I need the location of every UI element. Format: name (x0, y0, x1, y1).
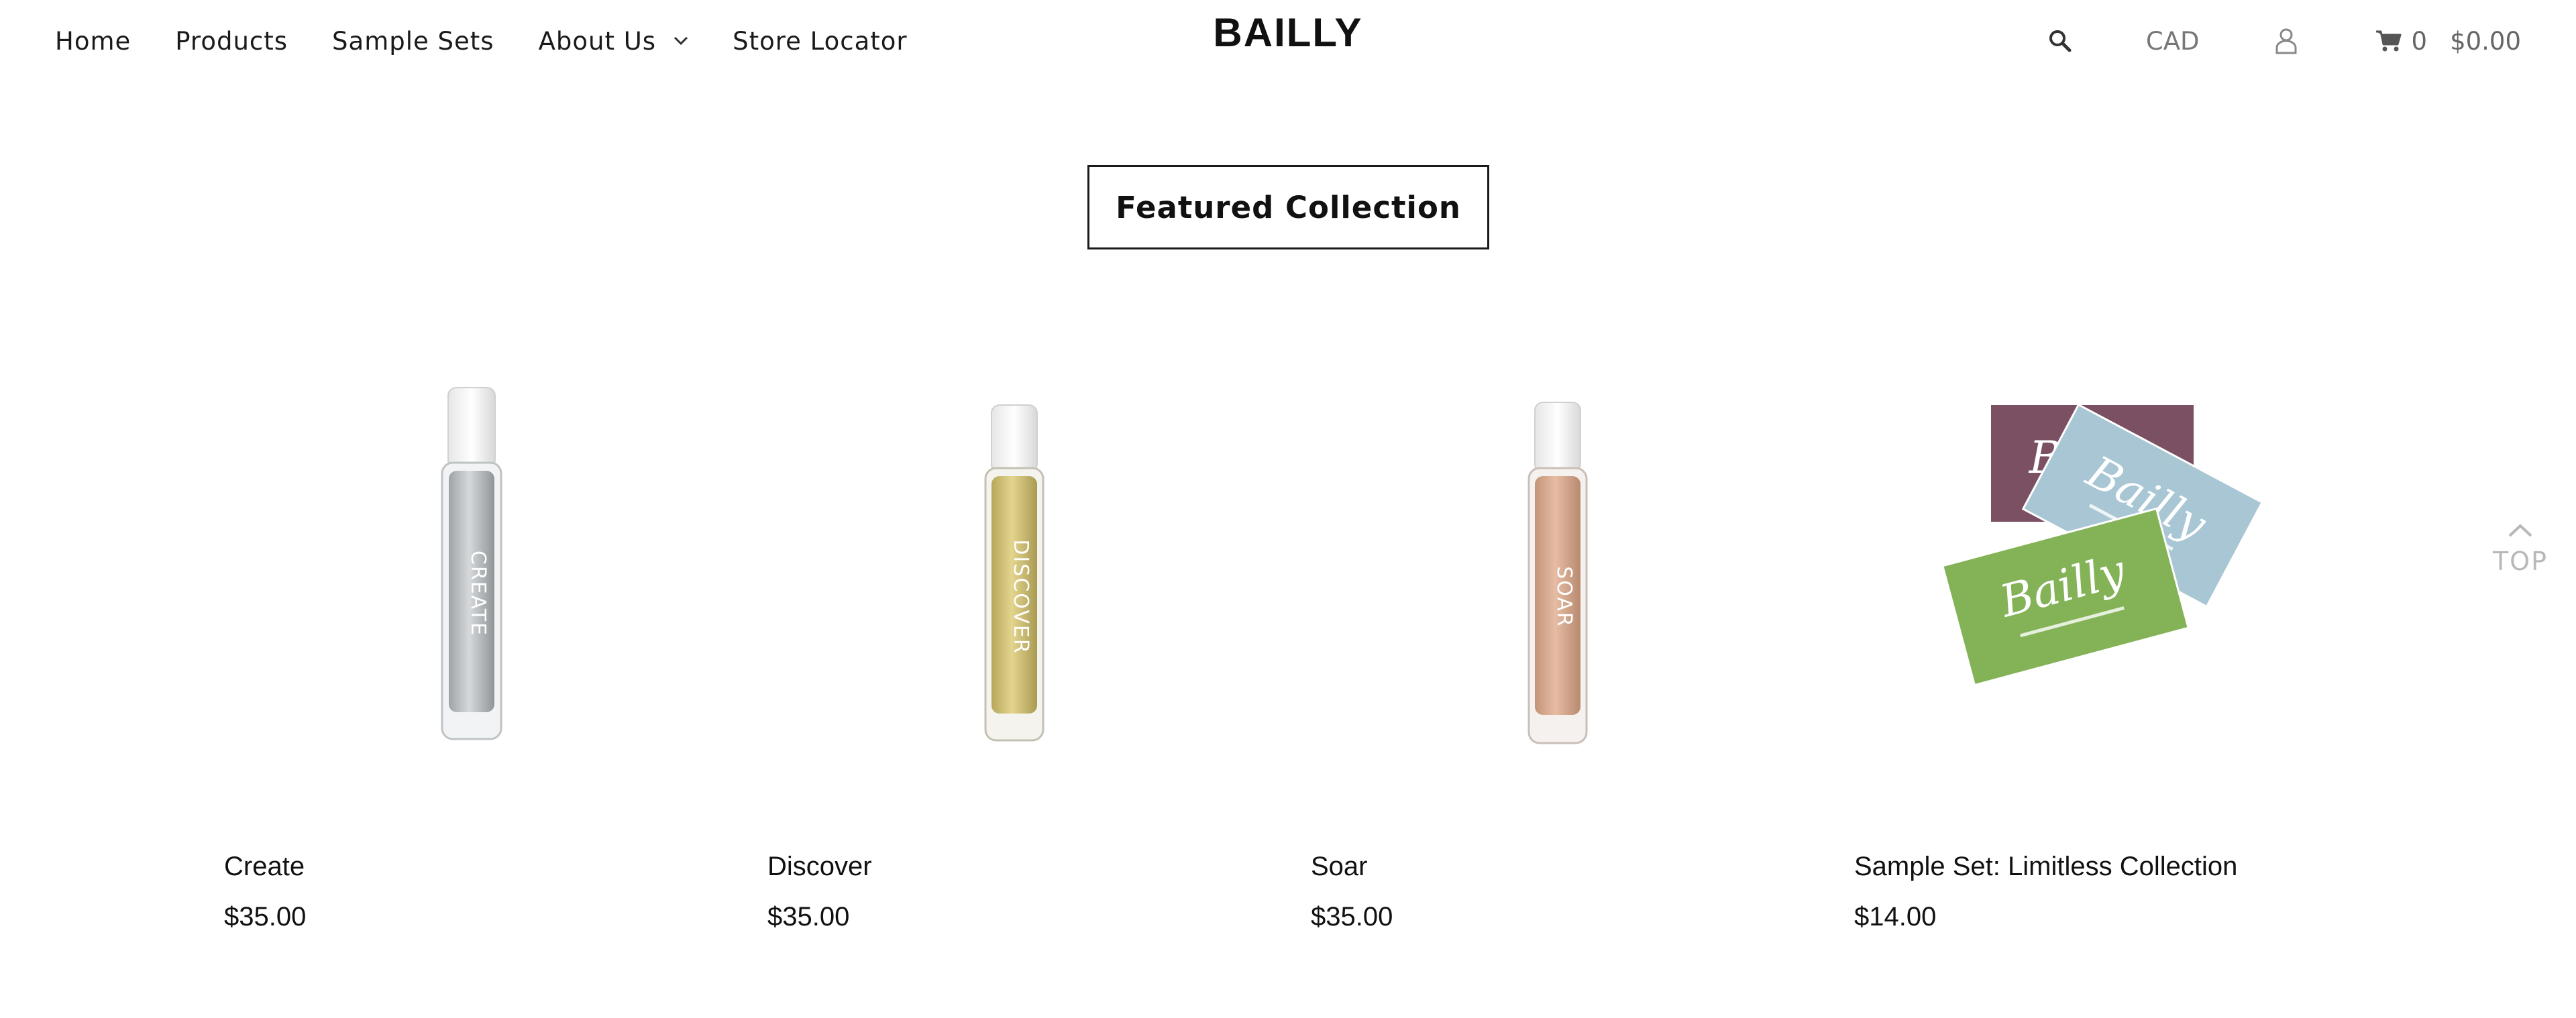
cart-icon (2375, 30, 2402, 52)
bottle-label-soar: SOAR (1552, 566, 1576, 628)
product-card-soar[interactable]: SOAR Soar $35.00 (1311, 362, 1854, 946)
chevron-down-icon[interactable] (674, 36, 688, 46)
product-price: $14.00 (1854, 902, 1937, 931)
product-price: $35.00 (224, 902, 307, 931)
site-logo[interactable]: BAILLY (1213, 10, 1362, 55)
user-icon[interactable] (2275, 27, 2298, 54)
product-name[interactable]: Discover (767, 852, 872, 882)
nav-about-us-label: About Us (538, 26, 657, 56)
nav-store-locator[interactable]: Store Locator (733, 27, 908, 56)
back-to-top-button[interactable]: TOP (2483, 523, 2557, 576)
nav-products[interactable]: Products (175, 27, 288, 56)
product-price: $35.00 (767, 902, 850, 931)
back-to-top-label: TOP (2492, 547, 2548, 576)
product-image-sample-set[interactable]: Bailly Bailly Bailly (1854, 362, 2398, 765)
search-icon[interactable] (2048, 29, 2072, 53)
cart-link[interactable]: 0 $0.00 (2375, 27, 2521, 56)
product-card-discover[interactable]: DISCOVER Discover $35.00 (767, 362, 1311, 946)
product-name[interactable]: Soar (1311, 852, 1368, 882)
nav-about-us[interactable]: About Us (539, 27, 689, 56)
product-name[interactable]: Sample Set: Limitless Collection (1854, 852, 2237, 882)
bottle-label-create: CREATE (466, 551, 490, 636)
product-name[interactable]: Create (224, 852, 305, 882)
product-card-sample-set[interactable]: Bailly Bailly Bailly Sample Set: Limitle… (1854, 362, 2398, 946)
product-image-discover[interactable]: DISCOVER (767, 362, 1311, 765)
section-title: Featured Collection (1087, 165, 1489, 249)
product-price: $35.00 (1311, 902, 1393, 931)
cart-count: 0 (2411, 26, 2428, 56)
chevron-up-icon (2508, 523, 2533, 541)
header-utilities: CAD 0 $0.00 (2048, 17, 2521, 64)
cart-total: $0.00 (2450, 26, 2521, 56)
main-nav: Home Products Sample Sets About Us Store… (55, 17, 952, 64)
nav-sample-sets[interactable]: Sample Sets (332, 27, 494, 56)
product-image-soar[interactable]: SOAR (1311, 362, 1854, 765)
product-image-create[interactable]: CREATE (224, 362, 767, 765)
bottle-label-discover: DISCOVER (1009, 539, 1032, 654)
nav-home[interactable]: Home (55, 27, 131, 56)
currency-selector[interactable]: CAD (2146, 27, 2200, 56)
product-card-create[interactable]: CREATE Create $35.00 (224, 362, 767, 946)
